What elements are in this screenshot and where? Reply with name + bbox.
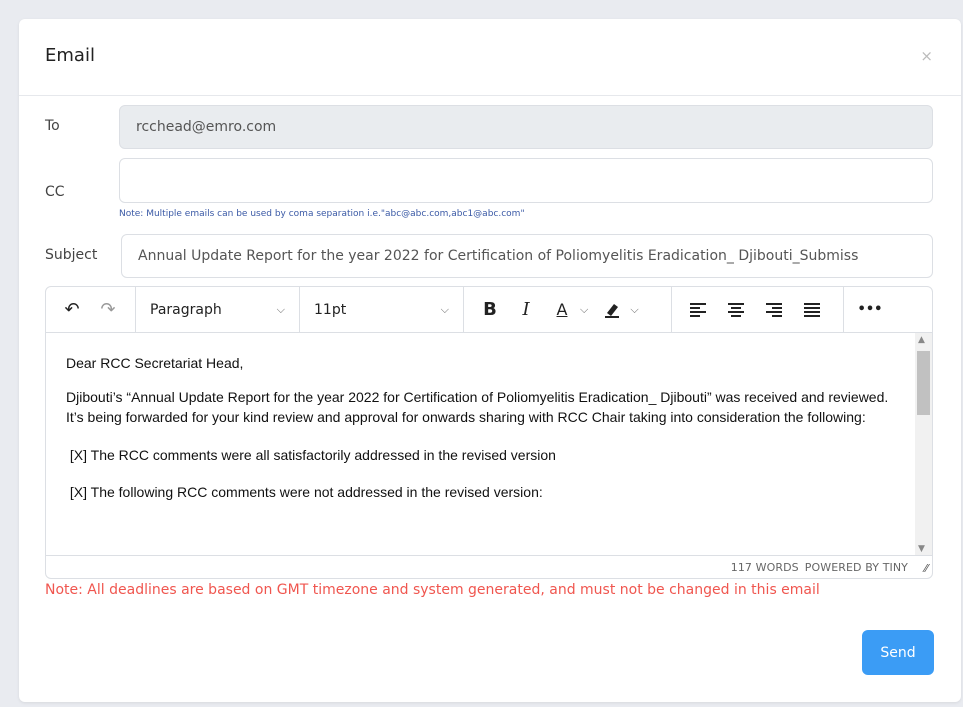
more-group: ••• xyxy=(844,287,896,332)
powered-by-link[interactable]: POWERED BY TINY xyxy=(805,561,908,574)
italic-button[interactable]: I xyxy=(508,295,544,325)
align-right-icon[interactable] xyxy=(756,295,792,325)
highlight-icon[interactable] xyxy=(594,295,630,325)
deadline-note: Note: All deadlines are based on GMT tim… xyxy=(45,582,820,598)
modal-title: Email xyxy=(45,45,95,66)
text-color-button[interactable]: A xyxy=(544,295,580,325)
chevron-down-icon[interactable]: ⌵ xyxy=(580,303,588,317)
align-group xyxy=(672,287,844,332)
editor-paragraph: [X] The RCC comments were all satisfacto… xyxy=(66,447,556,463)
font-size-value: 11pt xyxy=(314,301,347,318)
chevron-down-icon[interactable]: ⌵ xyxy=(630,303,638,317)
editor-toolbar: ↶ ↷ Paragraph ⌵ 11pt ⌵ B I A ⌵ ⌵ ••• xyxy=(46,287,932,333)
send-button[interactable]: Send xyxy=(862,630,934,675)
cc-note: Note: Multiple emails can be used by com… xyxy=(119,209,525,219)
chevron-down-icon: ⌵ xyxy=(276,302,285,316)
history-group: ↶ ↷ xyxy=(46,287,136,332)
scroll-up-icon[interactable]: ▲ xyxy=(918,335,925,345)
redo-icon[interactable]: ↷ xyxy=(90,295,126,325)
block-format-value: Paragraph xyxy=(150,301,222,318)
font-size-select[interactable]: 11pt ⌵ xyxy=(300,287,464,332)
rich-text-editor: ↶ ↷ Paragraph ⌵ 11pt ⌵ B I A ⌵ ⌵ ••• Dea… xyxy=(45,286,933,579)
close-icon[interactable]: × xyxy=(920,47,933,65)
subject-field[interactable]: Annual Update Report for the year 2022 f… xyxy=(121,234,933,278)
to-field: rcchead@emro.com xyxy=(119,105,933,149)
email-modal: Email × To rcchead@emro.com CC Note: Mul… xyxy=(19,19,961,702)
resize-handle-icon[interactable]: ⁄⁄ xyxy=(924,562,928,575)
justify-icon[interactable] xyxy=(794,295,830,325)
to-label: To xyxy=(45,118,60,134)
editor-content[interactable]: Dear RCC Secretariat Head, Djibouti’s “A… xyxy=(46,333,914,556)
scroll-down-icon[interactable]: ▼ xyxy=(918,544,925,554)
cc-field[interactable] xyxy=(119,158,933,203)
editor-statusbar: 117 WORDS POWERED BY TINY xyxy=(46,555,932,578)
more-options-icon[interactable]: ••• xyxy=(852,295,888,325)
format-group: B I A ⌵ ⌵ xyxy=(464,287,672,332)
undo-icon[interactable]: ↶ xyxy=(54,295,90,325)
bold-button[interactable]: B xyxy=(472,295,508,325)
subject-label: Subject xyxy=(45,247,98,263)
editor-scrollbar[interactable]: ▲ ▼ xyxy=(915,333,932,556)
align-left-icon[interactable] xyxy=(680,295,716,325)
modal-header: Email × xyxy=(19,19,961,96)
editor-paragraph: Djibouti’s “Annual Update Report for the… xyxy=(66,389,889,425)
scroll-thumb[interactable] xyxy=(917,351,930,415)
align-center-icon[interactable] xyxy=(718,295,754,325)
word-count: 117 WORDS xyxy=(730,560,799,574)
block-format-select[interactable]: Paragraph ⌵ xyxy=(136,287,300,332)
editor-paragraph: Dear RCC Secretariat Head, xyxy=(66,355,244,371)
cc-label: CC xyxy=(45,184,65,200)
editor-paragraph: [X] The following RCC comments were not … xyxy=(66,484,543,500)
chevron-down-icon: ⌵ xyxy=(440,302,449,316)
